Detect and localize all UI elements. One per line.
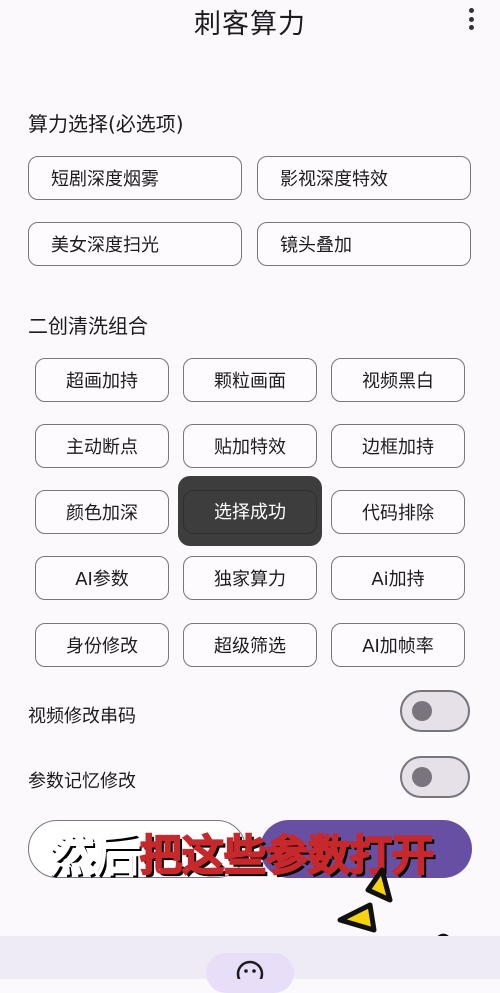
option-combo-7[interactable]: 颜色加深	[35, 490, 169, 534]
toggle-label-serial: 视频修改串码	[28, 706, 136, 727]
toggle-knob	[412, 767, 432, 787]
option-compute-2[interactable]: 影视深度特效	[257, 156, 471, 200]
section-title-combo: 二创清洗组合	[28, 314, 148, 338]
smiley-icon	[236, 960, 264, 979]
option-combo-12[interactable]: Ai加持	[331, 556, 465, 600]
option-combo-9[interactable]: 代码排除	[331, 490, 465, 534]
toggle-knob	[412, 701, 432, 721]
option-compute-3[interactable]: 美女深度扫光	[28, 222, 242, 266]
toast-message: 选择成功	[178, 476, 322, 546]
more-vert-icon[interactable]	[468, 8, 474, 30]
option-combo-11[interactable]: 独家算力	[183, 556, 317, 600]
option-combo-15[interactable]: AI加帧率	[331, 623, 465, 667]
option-combo-5[interactable]: 贴加特效	[183, 424, 317, 468]
option-compute-4[interactable]: 镜头叠加	[257, 222, 471, 266]
toggle-memory[interactable]	[400, 756, 470, 798]
option-combo-1[interactable]: 超画加持	[35, 358, 169, 402]
option-compute-1[interactable]: 短剧深度烟雾	[28, 156, 242, 200]
app-title: 刺客算力	[194, 9, 306, 40]
option-combo-6[interactable]: 边框加持	[331, 424, 465, 468]
section-title-compute: 算力选择(必选项)	[28, 112, 184, 136]
option-combo-10[interactable]: AI参数	[35, 556, 169, 600]
toggle-serial[interactable]	[400, 690, 470, 732]
option-combo-13[interactable]: 身份修改	[35, 623, 169, 667]
option-combo-4[interactable]: 主动断点	[35, 424, 169, 468]
option-combo-2[interactable]: 颗粒画面	[183, 358, 317, 402]
option-combo-3[interactable]: 视频黑白	[331, 358, 465, 402]
option-combo-14[interactable]: 超级筛选	[183, 623, 317, 667]
toggle-label-memory: 参数记忆修改	[28, 771, 136, 792]
caption-red-text: 然后	[47, 826, 141, 882]
